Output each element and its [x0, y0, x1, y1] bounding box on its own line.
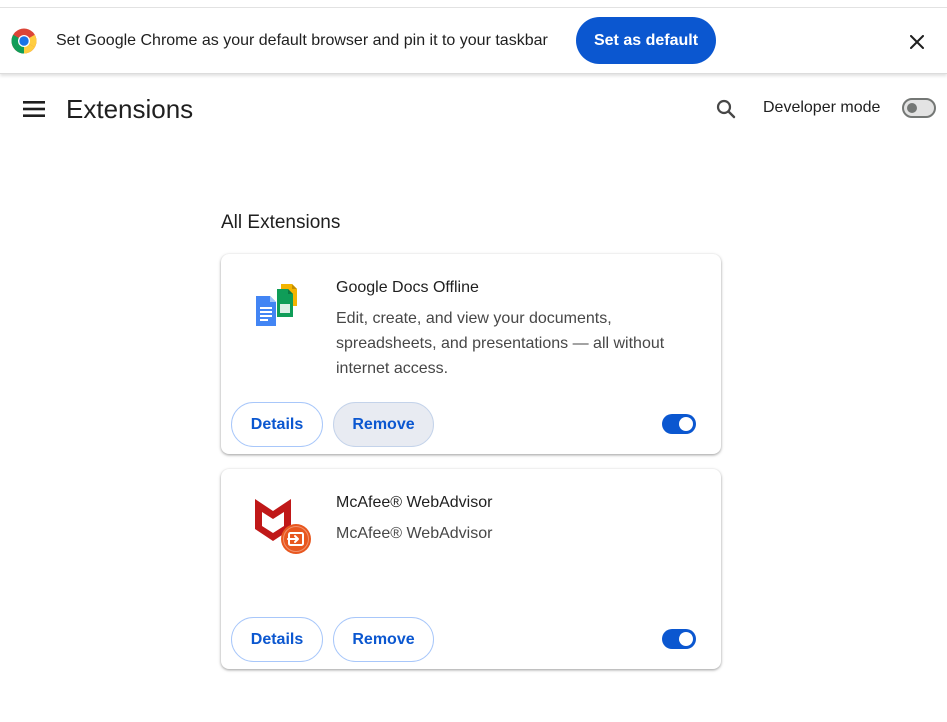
mcafee-webadvisor-icon — [255, 499, 311, 554]
main-menu-icon[interactable] — [22, 98, 46, 120]
set-as-default-button[interactable]: Set as default — [576, 17, 716, 64]
page-title: Extensions — [66, 94, 194, 124]
extension-name: McAfee® WebAdvisor — [336, 494, 493, 511]
extension-card-google-docs-offline: Google Docs Offline Edit, create, and vi… — [221, 254, 721, 454]
section-title: All Extensions — [221, 212, 341, 233]
details-button[interactable]: Details — [231, 402, 323, 447]
window-top-strip — [0, 0, 947, 8]
toggle-knob — [679, 632, 693, 646]
developer-mode-toggle[interactable] — [902, 98, 936, 118]
remove-button[interactable]: Remove — [333, 617, 434, 662]
extension-description: McAfee® WebAdvisor — [336, 525, 493, 542]
details-button[interactable]: Details — [231, 617, 323, 662]
toggle-knob — [679, 417, 693, 431]
extension-enable-toggle[interactable] — [662, 629, 696, 649]
toggle-knob — [907, 103, 917, 113]
infobar-message: Set Google Chrome as your default browse… — [56, 32, 548, 49]
developer-mode-label: Developer mode — [763, 99, 881, 116]
extension-enable-toggle[interactable] — [662, 414, 696, 434]
search-icon[interactable] — [714, 97, 738, 121]
close-infobar-icon[interactable] — [905, 30, 929, 54]
google-docs-offline-icon — [256, 284, 297, 326]
default-browser-infobar: Set Google Chrome as your default browse… — [0, 8, 947, 74]
chrome-logo-icon — [11, 28, 37, 54]
extension-name: Google Docs Offline — [336, 279, 479, 296]
extension-description: Edit, create, and view your documents, s… — [336, 310, 665, 377]
extension-card-mcafee-webadvisor: McAfee® WebAdvisor McAfee® WebAdvisor De… — [221, 469, 721, 669]
remove-button[interactable]: Remove — [333, 402, 434, 447]
